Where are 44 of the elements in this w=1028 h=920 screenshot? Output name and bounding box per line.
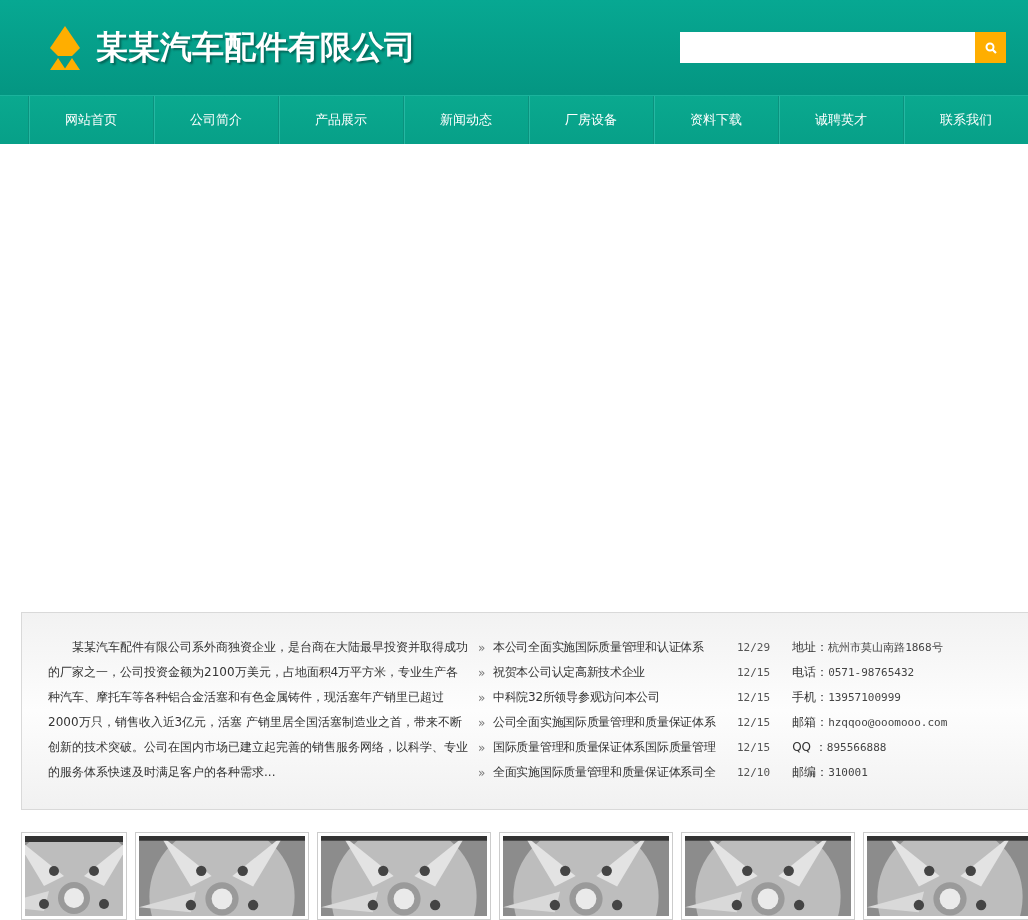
contact-label: 邮编：	[792, 764, 829, 781]
search-button[interactable]	[975, 32, 1006, 64]
logo-icon	[50, 25, 80, 70]
news-link[interactable]: 国际质量管理和质量保证体系国际质量管理	[493, 739, 729, 756]
news-link[interactable]: 祝贺本公司认定高新技术企业	[493, 664, 729, 681]
news-date: 12/15	[737, 741, 771, 754]
nav-link[interactable]: 新闻动态	[403, 96, 528, 144]
nav-link[interactable]: 厂房设备	[528, 96, 653, 144]
nav-link[interactable]: 联系我们	[903, 96, 1028, 144]
bullet-marker: »	[478, 690, 487, 705]
contact-label: 邮箱：	[792, 714, 829, 731]
contact-label: 电话：	[792, 664, 829, 681]
news-date: 12/15	[737, 691, 771, 704]
bullet-marker: »	[478, 665, 487, 680]
contact-value: 13957100999	[828, 691, 901, 704]
news-link[interactable]: 公司全面实施国际质量管理和质量保证体系	[493, 714, 729, 731]
contact-value: 杭州市莫山南路1868号	[828, 640, 943, 655]
intro-paragraph: 某某汽车配件有限公司系外商独资企业，是台商在大陆最早投资并取得成功的厂家之一，公司投资金额为2100万美元，占地面积4万平方米，专业生产各种汽车、摩托车等各种铝合金活塞和有色金属铸件，现活塞年产销里已超过2000万只，销售收入近3亿元，活塞 产销里居全国活塞制造业之首，带来不断创新的技术突破。公司在国内市场已建立起完善的销售服务网络，以科学、专业的服务体系快速及时满足客户的各种需求...	[48, 639, 468, 781]
news-link[interactable]: 中科院32所领导参观访问本公司	[493, 689, 729, 706]
news-date: 12/29	[737, 641, 771, 654]
company-name: 某某汽车配件有限公司	[96, 26, 416, 68]
nav-link[interactable]: 诚聘英才	[778, 96, 903, 144]
news-date: 12/10	[737, 766, 771, 779]
nav-link[interactable]: 产品展示	[278, 96, 403, 144]
bullet-marker: »	[478, 640, 487, 655]
contact-label: 手机：	[792, 689, 829, 706]
nav-link[interactable]: 公司简介	[153, 96, 278, 144]
bullet-marker: »	[478, 765, 487, 780]
bullet-marker: »	[478, 715, 487, 730]
nav-link[interactable]: 网站首页	[28, 96, 153, 144]
contact-value: hzqqoo@ooomooo.com	[828, 716, 948, 729]
contact-value: 895566888	[826, 741, 887, 754]
contact-value: 0571-98765432	[828, 666, 915, 679]
search-field[interactable]	[680, 32, 975, 64]
nav-link[interactable]: 资料下载	[653, 96, 778, 144]
contact-label: QQ ：	[792, 739, 827, 756]
contact-label: 地址：	[792, 639, 829, 656]
news-link[interactable]: 本公司全面实施国际质量管理和认证体系	[493, 639, 729, 656]
search-icon	[984, 41, 997, 54]
news-date: 12/15	[737, 666, 771, 679]
news-date: 12/15	[737, 716, 771, 729]
contact-value: 310001	[828, 766, 868, 779]
bullet-marker: »	[478, 740, 487, 755]
news-link[interactable]: 全面实施国际质量管理和质量保证体系司全	[493, 764, 729, 781]
